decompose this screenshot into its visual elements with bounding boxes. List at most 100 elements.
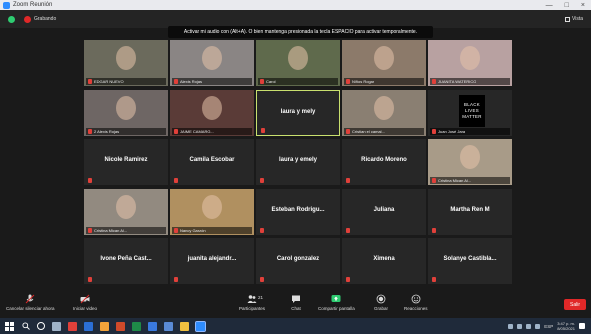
participant-tile[interactable]: Ximena <box>342 238 426 284</box>
battery-icon[interactable] <box>535 323 541 329</box>
participant-tile[interactable]: Juliana <box>342 188 426 235</box>
unmute-button[interactable]: Cancelar silenciar ahora <box>6 294 55 311</box>
participant-tile[interactable]: 2 Alexis Rojas <box>84 89 168 136</box>
muted-mic-icon <box>432 79 436 84</box>
muted-mic-icon <box>346 79 350 84</box>
participant-tile[interactable]: Ricardo Moreno <box>342 139 426 185</box>
participant-name: Carol gonzalez <box>276 256 320 262</box>
participant-tile[interactable]: Martha Ren M <box>428 188 512 235</box>
participant-tile[interactable]: Niños Rogar <box>342 40 426 86</box>
participant-tile[interactable]: Nicole Ramirez <box>84 139 168 185</box>
participant-face <box>202 95 222 120</box>
share-screen-button[interactable]: Compartir pantalla <box>318 294 355 311</box>
participant-name: laura y emely <box>278 157 318 163</box>
tray-chevron-icon[interactable] <box>508 323 514 329</box>
participant-tile[interactable]: JAIME CAMARG... <box>170 89 254 136</box>
edge-icon[interactable] <box>148 321 157 331</box>
participant-tile[interactable]: JUANITA WATERICO <box>428 40 512 86</box>
muted-mic-icon <box>346 128 350 134</box>
participant-name: Alexis Rojas <box>180 79 203 84</box>
language-indicator[interactable]: ESP <box>544 324 553 329</box>
task-view-icon[interactable] <box>52 321 61 331</box>
muted-mic-icon <box>346 227 350 233</box>
close-button[interactable]: × <box>581 2 585 9</box>
minimize-button[interactable]: — <box>546 2 553 9</box>
participant-name: Cristina Mican Al... <box>94 227 128 233</box>
participant-tile[interactable]: Carol <box>256 40 340 86</box>
excel-icon[interactable] <box>132 321 141 331</box>
participant-tile[interactable]: Cristina Mican Al... <box>84 188 168 235</box>
participant-tile[interactable]: EDGAR NUEVO <box>84 40 168 86</box>
chat-button[interactable]: Chat <box>291 294 301 311</box>
participant-caption: Carol <box>258 78 338 85</box>
muted-mic-icon <box>260 277 264 282</box>
participant-tile[interactable]: Esteban Rodrigu... <box>256 188 340 235</box>
participant-tile[interactable]: Carol gonzalez <box>256 238 340 284</box>
muted-mic-icon <box>260 79 264 84</box>
start-video-button[interactable]: Iniciar video <box>73 294 97 311</box>
participant-face <box>116 95 136 120</box>
chat-label: Chat <box>291 306 301 311</box>
participant-tile[interactable]: Camila Escobar <box>170 139 254 185</box>
participant-face <box>116 194 136 219</box>
muted-mic-icon <box>346 178 350 183</box>
record-label: Grabar <box>374 306 389 311</box>
participant-tile[interactable]: Solanye Castibla... <box>428 238 512 284</box>
record-icon <box>376 294 386 304</box>
participant-tile[interactable]: Cristian el camal... <box>342 89 426 136</box>
participant-tile[interactable]: laura y mely <box>256 89 340 136</box>
participant-tile[interactable]: BLACK LIVES MATTER Juan José Jara <box>428 89 512 136</box>
volume-icon[interactable] <box>526 323 532 329</box>
app-icon-1[interactable] <box>68 321 77 331</box>
unmute-hint-tooltip: Activar mi audio con (Alt+A). O bien man… <box>168 26 433 38</box>
security-shield-icon[interactable] <box>8 15 15 23</box>
reactions-label: Reacciones <box>404 306 428 311</box>
system-tray: ESP 3:47 p. m. 8/05/2021 <box>508 321 591 331</box>
search-icon[interactable] <box>22 322 30 330</box>
black-lives-matter-image: BLACK LIVES MATTER <box>459 94 485 127</box>
participant-tile[interactable]: laura y emely <box>256 139 340 185</box>
participant-name: Ivone Peña Cast... <box>100 256 152 262</box>
view-button[interactable]: Vista <box>564 16 583 22</box>
participant-tile[interactable]: juanita alejandr... <box>170 238 254 284</box>
window-controls: — □ × <box>546 2 591 9</box>
participant-caption: Nancy Garzón <box>172 226 252 234</box>
participant-tile[interactable]: Ivone Peña Cast... <box>84 238 168 284</box>
participant-face <box>460 145 480 169</box>
maximize-button[interactable]: □ <box>565 2 569 9</box>
record-button[interactable]: Grabar <box>374 294 388 311</box>
participant-name: Carol <box>266 79 276 84</box>
leave-button[interactable]: Salir <box>564 299 586 310</box>
chrome-icon[interactable] <box>100 321 109 331</box>
reactions-button[interactable]: Reacciones <box>404 294 428 311</box>
file-explorer-icon[interactable] <box>180 321 189 331</box>
participant-name: Ricardo Moreno <box>361 157 407 163</box>
reactions-icon <box>411 294 421 304</box>
notifications-icon[interactable] <box>579 323 585 329</box>
muted-mic-icon <box>432 128 436 134</box>
participant-face <box>374 95 394 120</box>
participant-name: laura y mely <box>280 108 316 115</box>
participant-tile[interactable]: Alexis Rojas <box>170 40 254 86</box>
zoom-app-icon <box>3 1 10 9</box>
muted-mic-icon <box>88 79 92 84</box>
windows-taskbar: ESP 3:47 p. m. 8/05/2021 <box>0 318 591 334</box>
word-icon[interactable] <box>84 321 93 331</box>
cortana-icon[interactable] <box>37 322 45 330</box>
clock[interactable]: 3:47 p. m. 8/05/2021 <box>557 321 575 331</box>
muted-mic-icon <box>346 277 350 282</box>
powerpoint-icon[interactable] <box>116 321 125 331</box>
participant-tile[interactable]: Nancy Garzón <box>170 188 254 235</box>
participant-caption: Cristina Mican Al... <box>430 177 510 184</box>
zoom-taskbar-icon[interactable] <box>195 320 206 332</box>
muted-mic-icon <box>260 227 264 233</box>
video-camera-icon <box>80 294 90 304</box>
muted-mic-icon <box>88 128 92 134</box>
network-icon[interactable] <box>517 323 523 329</box>
windows-start-icon[interactable] <box>5 321 14 331</box>
participant-face <box>460 46 480 70</box>
mail-icon[interactable] <box>164 321 173 331</box>
window-title: Zoom Reunión <box>13 2 53 8</box>
participant-tile[interactable]: Cristina Mican Al... <box>428 139 512 185</box>
participants-icon <box>247 295 257 303</box>
